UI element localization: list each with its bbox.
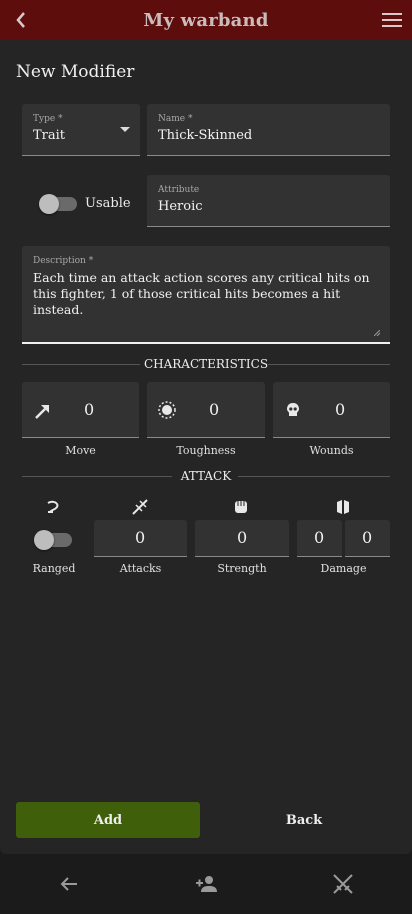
strength-caption: Strength [217, 562, 267, 575]
back-arrow-icon[interactable] [57, 872, 81, 896]
attacks-caption: Attacks [119, 562, 162, 575]
crossed-swords-icon[interactable] [331, 872, 355, 896]
app-bar: My warband [0, 0, 412, 40]
move-arrow-icon [35, 405, 49, 419]
fist-icon [235, 501, 247, 513]
name-field[interactable]: Name * Thick-Skinned [147, 104, 390, 156]
usable-toggle[interactable] [39, 194, 77, 214]
damage-max-value: 0 [362, 528, 373, 547]
attack-section-title: ATTACK [22, 469, 390, 483]
name-value: Thick-Skinned [158, 128, 253, 143]
chevron-left-icon[interactable] [12, 9, 30, 31]
usable-label: Usable [85, 196, 131, 211]
resize-handle-icon[interactable] [374, 330, 380, 336]
attribute-field[interactable]: Attribute Heroic [147, 175, 390, 227]
toughness-icon [158, 401, 176, 419]
characteristics-title: CHARACTERISTICS [143, 357, 269, 371]
damage-max-field[interactable]: 0 [345, 520, 390, 557]
attack-title: ATTACK [180, 469, 232, 483]
toggle-knob [34, 530, 54, 550]
damage-caption: Damage [320, 562, 367, 575]
wounds-field[interactable]: 0 [273, 382, 390, 438]
attribute-label: Attribute [158, 185, 200, 195]
ranged-icon [47, 500, 59, 513]
damage-min-field[interactable]: 0 [297, 520, 342, 557]
attribute-value: Heroic [158, 199, 203, 214]
type-label: Type * [33, 114, 63, 124]
move-field[interactable]: 0 [22, 382, 139, 438]
bottom-navigation [0, 854, 412, 914]
attacks-icon [132, 499, 148, 515]
wounds-caption: Wounds [309, 444, 354, 457]
characteristics-section-title: CHARACTERISTICS [22, 357, 390, 371]
move-value: 0 [84, 400, 95, 419]
damage-min-value: 0 [314, 528, 325, 547]
attacks-field[interactable]: 0 [94, 520, 187, 557]
description-label: Description * [33, 256, 94, 266]
wounds-value: 0 [335, 400, 346, 419]
move-caption: Move [65, 444, 96, 457]
description-value: Each time an attack action scores any cr… [33, 270, 370, 317]
add-button[interactable]: Add [16, 802, 200, 838]
hamburger-menu-icon[interactable] [382, 12, 402, 28]
toggle-knob [39, 194, 59, 214]
toughness-field[interactable]: 0 [147, 382, 265, 438]
dropdown-caret-icon [120, 127, 130, 132]
toughness-value: 0 [209, 400, 220, 419]
strength-field[interactable]: 0 [195, 520, 289, 557]
page-title: My warband [143, 9, 269, 31]
type-select[interactable]: Type * Trait [22, 104, 140, 156]
toughness-caption: Toughness [176, 444, 236, 457]
ranged-caption: Ranged [32, 562, 76, 575]
name-label: Name * [158, 114, 193, 124]
add-person-icon[interactable] [194, 872, 218, 896]
attacks-value: 0 [135, 528, 146, 547]
damage-icon [337, 500, 349, 514]
description-field[interactable]: Description * Each time an attack action… [22, 246, 390, 344]
form-panel: New Modifier Type * Trait Name * Thick-S… [0, 40, 412, 854]
type-value: Trait [33, 128, 66, 143]
strength-value: 0 [237, 528, 248, 547]
form-heading: New Modifier [16, 62, 135, 82]
skull-icon [287, 403, 299, 416]
ranged-toggle[interactable] [34, 530, 72, 550]
back-button[interactable]: Back [212, 802, 396, 838]
